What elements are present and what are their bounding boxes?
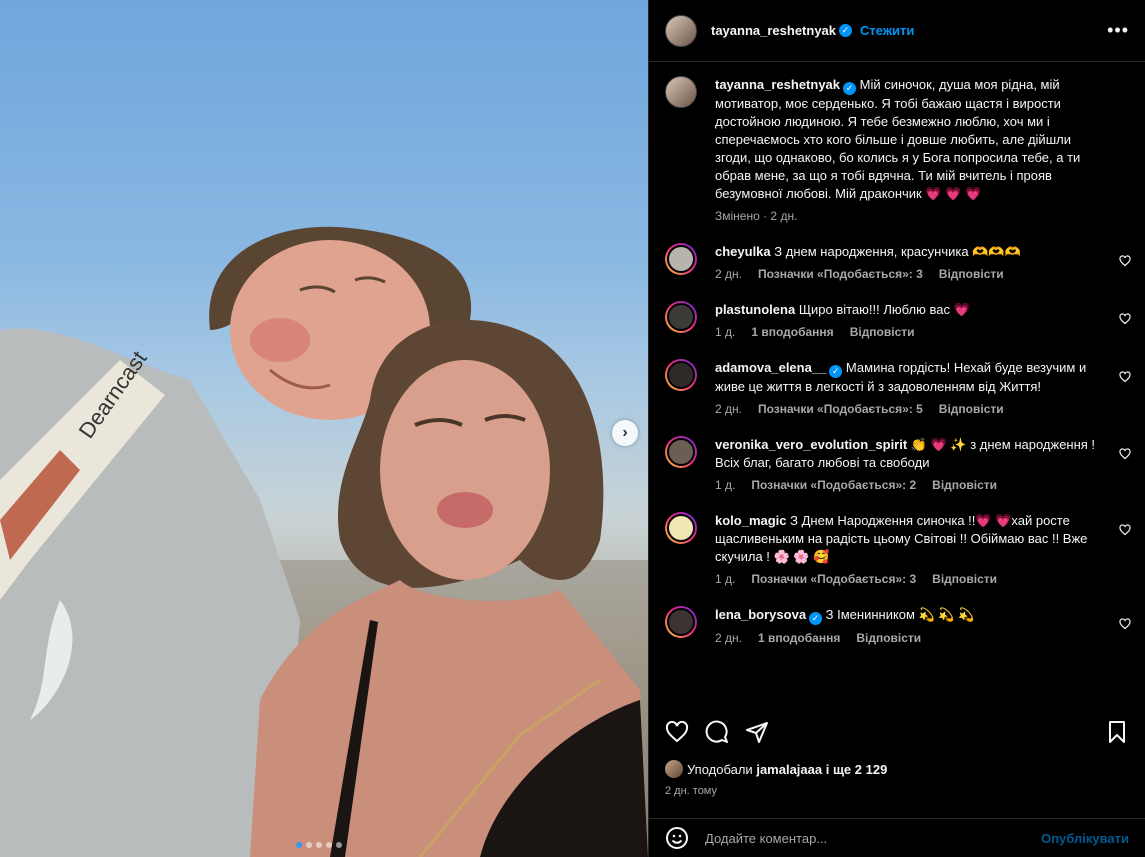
caption-meta: Змінено · 2 дн. [715, 209, 798, 223]
post-actions [649, 712, 1145, 752]
comment-username[interactable]: adamova_elena__ [715, 360, 826, 375]
post-photo[interactable]: Dearncast › [0, 0, 648, 857]
likes-rest[interactable]: і ще 2 129 [826, 762, 888, 777]
comment-age[interactable]: 2 дн. [715, 267, 742, 281]
reply-button[interactable]: Відповісти [932, 572, 997, 586]
caption-text: Мій синочок, душа моя рідна, мій мотиват… [715, 77, 1081, 201]
publish-button[interactable]: Опублікувати [1041, 831, 1129, 846]
post-header: tayanna_reshetnyak ✓ Стежити ••• [649, 0, 1145, 62]
carousel-dot [296, 842, 302, 848]
carousel-dots [296, 842, 342, 848]
comment-row: cheyulka З днем народження, красунчика 🫶… [665, 243, 1131, 281]
commenter-avatar[interactable] [665, 243, 697, 275]
likes-prefix: Уподобали [687, 761, 753, 777]
reply-button[interactable]: Відповісти [939, 402, 1004, 416]
comment-likes[interactable]: Позначки «Подобається»: 2 [751, 478, 916, 492]
heart-icon[interactable] [665, 720, 689, 744]
comment-username[interactable]: kolo_magic [715, 513, 787, 528]
post-caption: tayanna_reshetnyak ✓ Мій синочок, душа мо… [665, 76, 1129, 223]
comment-age[interactable]: 1 д. [715, 572, 735, 586]
comment-row: kolo_magic З Днем Народження синочка !!💗… [665, 512, 1131, 586]
comment-username[interactable]: plastunolena [715, 302, 795, 317]
commenter-avatar[interactable] [665, 301, 697, 333]
author-avatar[interactable] [665, 14, 697, 47]
post-date: 2 дн. тому [665, 785, 717, 797]
author-username[interactable]: tayanna_reshetnyak [711, 23, 836, 38]
comment-like-heart-icon[interactable] [1119, 255, 1131, 267]
verified-badge-icon: ✓ [809, 612, 823, 625]
comment-age[interactable]: 2 дн. [715, 631, 742, 645]
likes-summary[interactable]: Уподобали jamalajaaa і ще 2 129 [665, 760, 887, 778]
comment-likes[interactable]: Позначки «Подобається»: 3 [751, 572, 916, 586]
verified-badge-icon: ✓ [829, 365, 843, 378]
more-options-icon[interactable]: ••• [1107, 20, 1129, 41]
next-slide-button[interactable]: › [612, 420, 638, 446]
follow-button[interactable]: Стежити [860, 23, 914, 38]
reply-button[interactable]: Відповісти [939, 267, 1004, 281]
reply-button[interactable]: Відповісти [856, 631, 921, 645]
comment-like-heart-icon[interactable] [1119, 448, 1131, 460]
carousel-dot [316, 842, 322, 848]
comment-text: Щиро вітаю!!! Люблю вас 💗 [798, 302, 970, 317]
comment-likes[interactable]: Позначки «Подобається»: 5 [758, 402, 923, 416]
comment-icon[interactable] [705, 720, 729, 744]
comment-row: veronika_vero_evolution_spirit 👏 💗 ✨ з д… [665, 436, 1131, 492]
commenter-avatar[interactable] [665, 606, 697, 638]
comment-username[interactable]: veronika_vero_evolution_spirit [715, 437, 907, 452]
commenter-avatar[interactable] [665, 359, 697, 391]
comment-like-heart-icon[interactable] [1119, 524, 1131, 536]
caption-username[interactable]: tayanna_reshetnyak [715, 77, 840, 92]
reply-button[interactable]: Відповісти [850, 325, 915, 339]
comment-likes[interactable]: 1 вподобання [758, 631, 840, 645]
comment-likes[interactable]: 1 вподобання [751, 325, 833, 339]
comment-like-heart-icon[interactable] [1119, 371, 1131, 383]
comment-username[interactable]: lena_borysova [715, 607, 806, 622]
emoji-icon[interactable] [665, 826, 689, 850]
comment-row: lena_borysova ✓ З Іменинником 💫 💫 💫 2 дн.… [665, 606, 1131, 645]
carousel-dot [306, 842, 312, 848]
commenter-avatar[interactable] [665, 436, 697, 468]
comment-like-heart-icon[interactable] [1119, 618, 1131, 630]
author-avatar[interactable] [665, 76, 697, 108]
verified-badge-icon: ✓ [839, 24, 853, 37]
commenter-avatar[interactable] [665, 512, 697, 544]
verified-badge-icon: ✓ [843, 82, 857, 95]
liker-username[interactable]: jamalajaaa [756, 762, 822, 777]
carousel-dot [336, 842, 342, 848]
comment-input[interactable]: Додайте коментар... [705, 831, 827, 846]
comment-age[interactable]: 2 дн. [715, 402, 742, 416]
comment-age[interactable]: 1 д. [715, 325, 735, 339]
liker-avatar[interactable] [665, 760, 683, 778]
comment-text: З Іменинником 💫 💫 💫 [825, 607, 975, 622]
send-icon[interactable] [745, 720, 769, 744]
comments-list[interactable]: tayanna_reshetnyak ✓ Мій синочок, душа мо… [649, 62, 1145, 710]
bookmark-icon[interactable] [1105, 720, 1129, 744]
photo-illustration: Dearncast [0, 226, 648, 857]
comment-row: plastunolena Щиро вітаю!!! Люблю вас 💗 1… [665, 301, 1131, 339]
add-comment-bar: Додайте коментар... Опублікувати [649, 818, 1145, 857]
post-details-panel: tayanna_reshetnyak ✓ Стежити ••• tayanna… [648, 0, 1145, 857]
comment-username[interactable]: cheyulka [715, 244, 771, 259]
comment-likes[interactable]: Позначки «Подобається»: 3 [758, 267, 923, 281]
comment-row: adamova_elena__ ✓ Мамина гордість! Нехай … [665, 359, 1131, 416]
comment-like-heart-icon[interactable] [1119, 313, 1131, 325]
carousel-dot [326, 842, 332, 848]
comment-age[interactable]: 1 д. [715, 478, 735, 492]
reply-button[interactable]: Відповісти [932, 478, 997, 492]
comment-text: З днем народження, красунчика 🫶🫶🫶 [774, 244, 1021, 259]
